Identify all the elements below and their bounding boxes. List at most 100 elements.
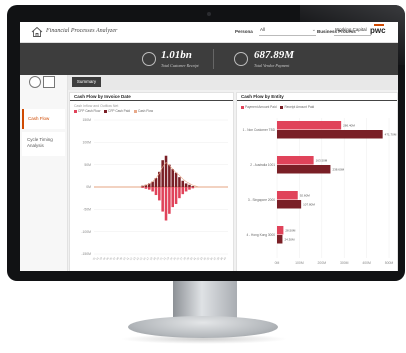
legend-swatch	[104, 109, 108, 113]
data-label: 163.50M	[316, 159, 328, 163]
bar	[178, 177, 181, 187]
x-tick-label: 200M	[318, 261, 327, 265]
bar	[277, 226, 284, 235]
bar	[151, 187, 154, 192]
bar	[191, 187, 195, 189]
tab-bar: Summary	[68, 75, 398, 90]
bar	[141, 187, 144, 188]
bar	[158, 187, 161, 201]
bar	[174, 172, 178, 187]
data-label: 92.60M	[300, 194, 311, 198]
x-tick-label: 400M	[362, 261, 371, 265]
kpi-divider	[213, 49, 214, 69]
cash-flow-by-date-panel: Cash Flow by Invoice Date Cash Inflow an…	[69, 92, 234, 271]
business-process-select[interactable]: Working Capital	[334, 27, 371, 36]
bar	[164, 155, 168, 187]
bar	[168, 187, 171, 214]
bar	[174, 187, 178, 204]
legend-item: Cash Flow	[137, 109, 154, 113]
cash-flow-line	[95, 161, 227, 188]
history-icon[interactable]	[29, 76, 41, 88]
data-label: 24.30M	[284, 238, 295, 242]
bar	[188, 187, 191, 190]
bar	[181, 187, 185, 195]
chart2-legend: Payment Amount Paid Receipt Amount Paid	[241, 105, 314, 109]
bar	[277, 121, 342, 130]
y-tick-label: 50M	[84, 163, 91, 167]
bar	[144, 187, 148, 189]
brand-logo: pwc	[370, 26, 386, 35]
chart1-legend: CFP Cash Flow CFP Cash Paid Cash Flow	[74, 109, 153, 113]
legend-swatch	[280, 105, 284, 109]
bar	[178, 187, 181, 199]
screen: Financial Processes Analyzer Persona All…	[20, 22, 398, 271]
bar	[277, 130, 383, 139]
monitor-stand-base	[128, 316, 278, 338]
kpi-band: 1.01bn Total Customer Receipt 687.89M To…	[20, 43, 398, 75]
sidebar-item-cycle-timing-analysis[interactable]: Cycle Timing Analysis	[22, 132, 65, 156]
category-label: 4 - Hong Kong 3000	[246, 233, 275, 237]
cash-flow-by-date-chart: 150M100M50M0M-50M-100M-150M01 02 03 04 05 06 0…	[81, 118, 228, 261]
data-label: 471.70M	[385, 133, 397, 137]
y-tick-label: 150M	[83, 118, 92, 122]
data-label: 107.80M	[303, 203, 315, 207]
data-label: 28.50M	[285, 229, 296, 233]
category-label: 1 - Non Customer TBD	[243, 128, 276, 132]
legend-swatch	[241, 105, 244, 109]
document-icon[interactable]	[43, 76, 55, 88]
x-tick-label: 500M	[385, 261, 394, 265]
bar	[184, 183, 188, 187]
y-tick-label: 100M	[83, 141, 92, 145]
bar	[148, 187, 151, 190]
data-label: 286.40M	[343, 124, 355, 128]
category-label: 3 - Singapore 2000	[248, 198, 275, 202]
chart1-subtitle: Cash Inflow and Outflow Net	[74, 104, 119, 108]
legend-item: CFP Cash Paid	[108, 109, 131, 113]
tab-summary[interactable]: Summary	[72, 77, 101, 87]
bar	[171, 187, 174, 208]
home-icon[interactable]	[31, 26, 43, 38]
persona-select[interactable]: All ⌄	[259, 27, 316, 36]
legend-item: Payment Amount Paid	[245, 105, 277, 109]
bar	[154, 187, 158, 196]
y-tick-label: 0M	[86, 185, 91, 189]
bar	[188, 184, 191, 187]
top-bar: Financial Processes Analyzer Persona All…	[20, 22, 398, 43]
cash-flow-by-entity-chart: 0M 100M 200M 300M 400M 500M 1 - Non Customer T…	[243, 118, 397, 265]
persona-value: All	[260, 27, 266, 32]
x-tick-label: 0M	[275, 261, 280, 265]
x-tick-label: 40	[222, 256, 227, 261]
y-tick-label: -50M	[83, 208, 91, 212]
y-tick-label: -150M	[81, 252, 91, 256]
bar	[277, 156, 314, 165]
app-title: Financial Processes Analyzer	[46, 28, 118, 34]
legend-item: Receipt Amount Paid	[284, 105, 315, 109]
bar	[168, 164, 171, 187]
legend-swatch	[133, 109, 137, 113]
x-tick-label: 300M	[340, 261, 349, 265]
y-tick-label: -100M	[81, 230, 91, 234]
bar	[277, 200, 302, 209]
customer-receipt-icon	[142, 52, 156, 66]
left-rail	[20, 75, 68, 271]
chart1-title: Cash Flow by Invoice Date	[70, 93, 233, 101]
bar	[277, 235, 283, 244]
bar	[277, 191, 298, 200]
camera-icon	[207, 12, 211, 16]
sidebar-item-cash-flow-monitoring[interactable]: Cash Flow Monitoring	[22, 109, 65, 141]
bar	[161, 187, 164, 212]
vendor-payment-icon	[234, 52, 248, 66]
persona-label: Persona	[235, 29, 253, 34]
business-process-value: Working Capital	[335, 27, 367, 32]
monitor-stand-neck	[173, 281, 237, 321]
bar	[191, 186, 195, 187]
bar	[181, 180, 185, 187]
bar	[171, 169, 174, 187]
legend-item: CFP Cash Flow	[78, 109, 101, 113]
kpi-vendor-payment-value: 687.89M	[254, 49, 295, 61]
data-label: 238.60M	[332, 168, 344, 172]
chart2-title: Cash Flow by Entity	[237, 93, 397, 101]
category-label: 2 - Australia 1001	[250, 163, 275, 167]
chevron-down-icon: ⌄	[311, 27, 316, 33]
legend-swatch	[74, 109, 77, 113]
